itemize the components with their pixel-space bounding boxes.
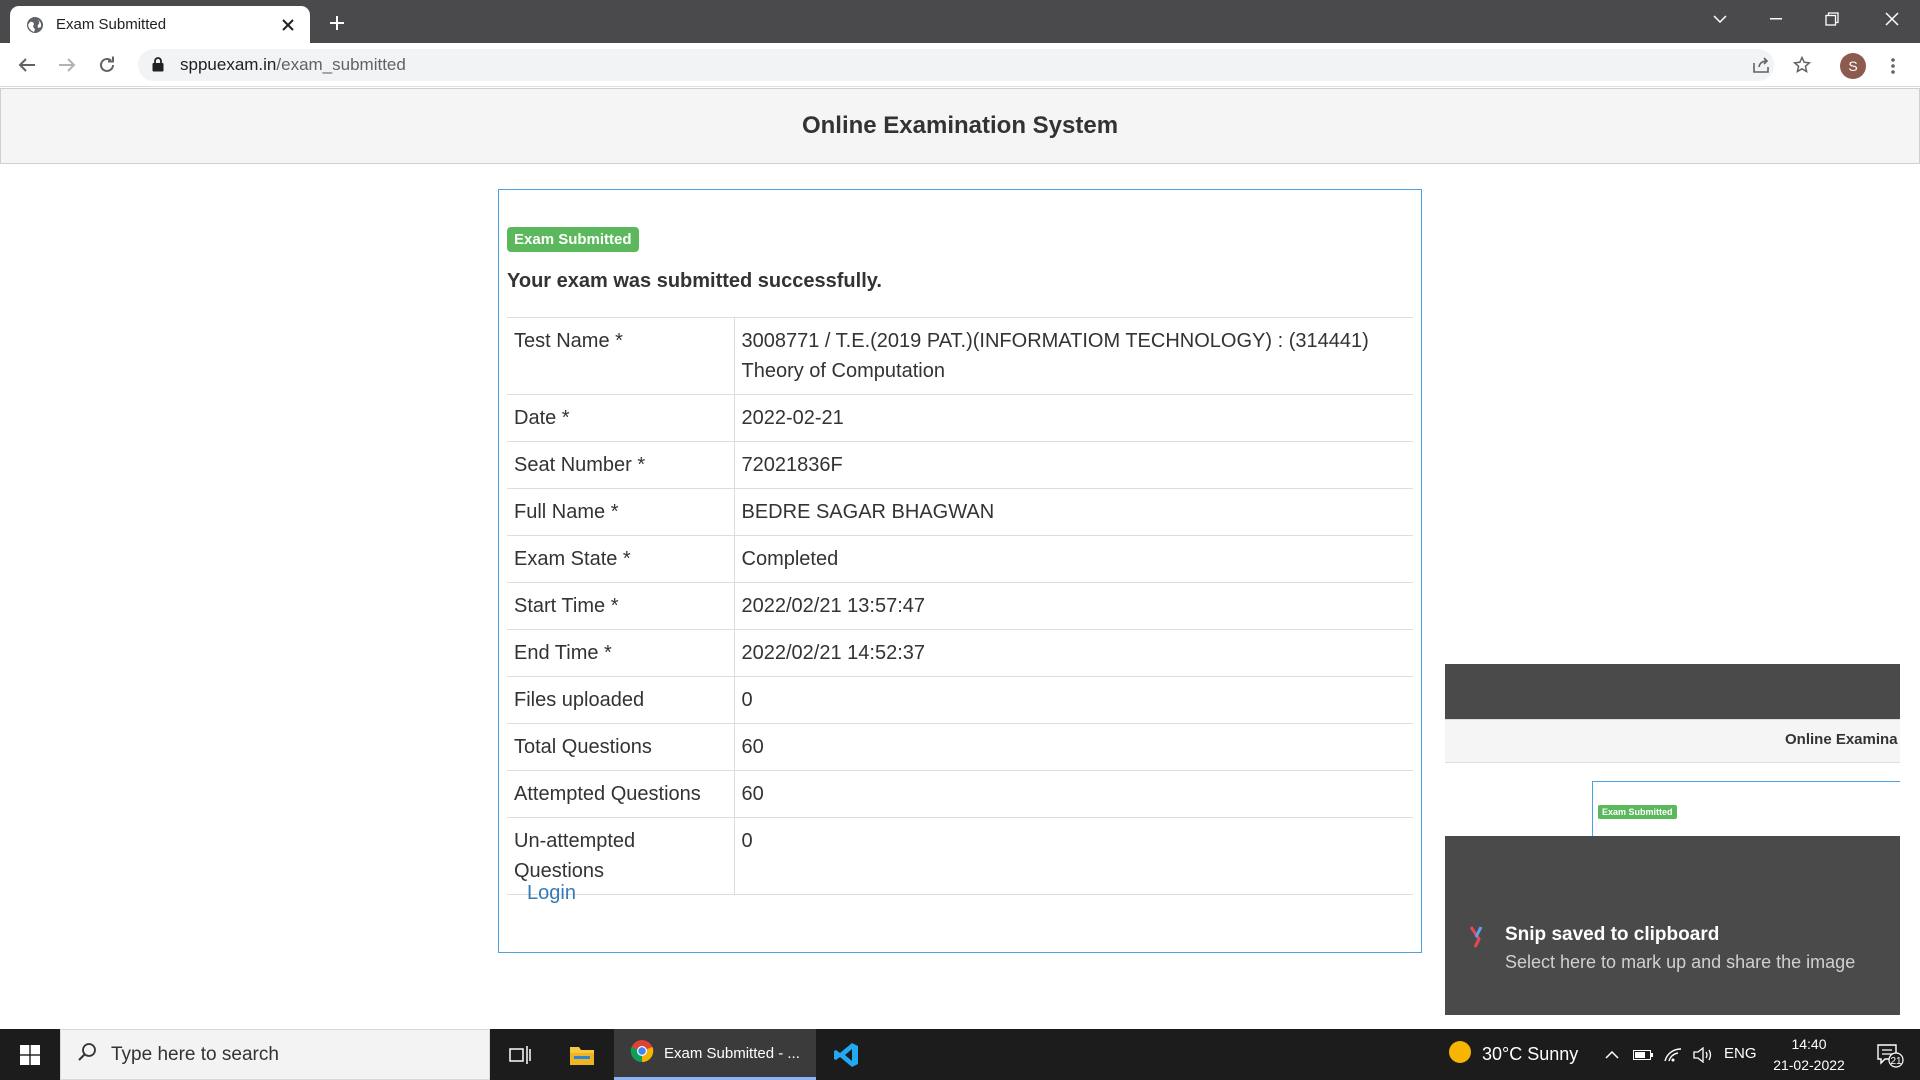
search-icon (77, 1042, 97, 1067)
thumbnail-badge: Exam Submitted (1598, 805, 1677, 819)
row-value: 2022/02/21 13:57:47 (734, 582, 1413, 630)
chevron-up-icon[interactable] (1600, 1029, 1624, 1080)
notification-count: 21 (1890, 1056, 1902, 1067)
row-value: BEDRE SAGAR BHAGWAN (734, 488, 1413, 536)
profile-avatar[interactable]: S (1840, 53, 1866, 79)
page-header: Online Examination System (0, 88, 1920, 164)
row-label: Date * (507, 394, 735, 442)
table-row: Seat Number * 72021836F (507, 441, 1413, 489)
snip-body: Select here to mark up and share the ima… (1505, 952, 1856, 972)
snip-heading: Snip saved to clipboard (1505, 924, 1720, 945)
wifi-icon[interactable] (1660, 1029, 1686, 1080)
row-value: 72021836F (734, 441, 1413, 489)
login-link[interactable]: Login (527, 882, 576, 905)
row-value: 60 (734, 723, 1413, 771)
file-explorer-icon[interactable] (554, 1029, 610, 1080)
table-row: Test Name * 3008771 / T.E.(2019 PAT.)(INF… (507, 317, 1413, 395)
clock-date: 21-02-2022 (1773, 1057, 1845, 1073)
tab-search-chevron-icon[interactable] (1692, 0, 1748, 38)
table-row: Start Time * 2022/02/21 13:57:47 (507, 582, 1413, 630)
row-label: Full Name * (507, 488, 735, 536)
table-row: Attempted Questions 60 (507, 770, 1413, 818)
address-bar[interactable]: sppuexam.in/exam_submitted (138, 49, 1774, 81)
forward-arrow-icon[interactable] (52, 50, 82, 80)
search-placeholder: Type here to search (111, 1043, 279, 1065)
table-row: Total Questions 60 (507, 723, 1413, 771)
weather-widget[interactable]: 30°C Sunny (1448, 1029, 1578, 1080)
tab-title: Exam Submitted (56, 16, 167, 33)
table-row: Date * 2022-02-21 (507, 394, 1413, 442)
table-row: Un-attempted Questions 0 (507, 817, 1413, 895)
weather-text: 30°C Sunny (1482, 1044, 1579, 1064)
exam-details-table: Test Name * 3008771 / T.E.(2019 PAT.)(INF… (507, 317, 1413, 895)
exam-summary-panel: Exam Submitted Your exam was submitted s… (498, 189, 1422, 953)
thumbnail-title: Online Examina (1785, 731, 1898, 748)
row-label: Attempted Questions (507, 770, 735, 818)
status-badge: Exam Submitted (507, 227, 639, 252)
windows-start-icon[interactable] (0, 1029, 60, 1080)
row-value: 2022/02/21 14:52:37 (734, 629, 1413, 677)
row-value: 0 (734, 676, 1413, 724)
table-row: Exam State * Completed (507, 535, 1413, 583)
restore-icon[interactable] (1804, 0, 1860, 38)
language-indicator[interactable]: ENG (1724, 1045, 1757, 1062)
row-value: 2022-02-21 (734, 394, 1413, 442)
browser-tab[interactable]: Exam Submitted (10, 6, 310, 43)
row-value: 0 (734, 817, 1413, 895)
row-label: Seat Number * (507, 441, 735, 489)
taskbar-search-box[interactable]: Type here to search (60, 1029, 490, 1080)
row-value: 3008771 / T.E.(2019 PAT.)(INFORMATIOM TE… (734, 317, 1413, 395)
row-label: Test Name * (507, 317, 735, 395)
row-label: Total Questions (507, 723, 735, 771)
bookmark-star-icon[interactable] (1786, 49, 1818, 81)
taskbar-chrome-app[interactable]: Exam Submitted - ... (614, 1029, 816, 1080)
row-label: Files uploaded (507, 676, 735, 724)
task-view-icon[interactable] (492, 1029, 548, 1080)
table-row: Files uploaded 0 (507, 676, 1413, 724)
snip-sketch-icon (1467, 925, 1487, 949)
clock-time: 14:40 (1791, 1036, 1827, 1052)
new-tab-button[interactable] (322, 8, 352, 38)
snip-thumbnail: Online Examina Exam Submitted (1445, 719, 1900, 836)
vscode-icon[interactable] (818, 1029, 874, 1080)
table-row: Full Name * BEDRE SAGAR BHAGWAN (507, 488, 1413, 536)
more-menu-icon[interactable] (1882, 52, 1904, 80)
chrome-icon (630, 1039, 654, 1068)
close-window-icon[interactable] (1864, 0, 1920, 38)
reload-icon[interactable] (92, 50, 122, 80)
minimize-icon[interactable] (1748, 0, 1804, 38)
url-host: sppuexam.in (180, 55, 277, 74)
globe-icon (26, 16, 44, 34)
row-label: End Time * (507, 629, 735, 677)
success-message: Your exam was submitted successfully. (507, 270, 882, 292)
taskbar-app-label: Exam Submitted - ... (664, 1044, 800, 1062)
row-value: Completed (734, 535, 1413, 583)
taskbar: Type here to search Exam Submitted - ...… (0, 1029, 1920, 1080)
notification-center-icon[interactable]: 21 (1866, 1029, 1914, 1080)
row-value: 60 (734, 770, 1413, 818)
row-label: Start Time * (507, 582, 735, 630)
page-title: Online Examination System (801, 112, 1119, 139)
battery-icon[interactable] (1630, 1029, 1656, 1080)
lock-icon[interactable] (152, 57, 166, 73)
snip-message-area: Snip saved to clipboard Select here to m… (1445, 836, 1900, 1015)
system-clock[interactable]: 14:40 21-02-2022 (1766, 1034, 1852, 1076)
share-icon[interactable] (1746, 49, 1778, 81)
url-path: /exam_submitted (276, 55, 406, 74)
sun-icon (1448, 1040, 1472, 1069)
volume-icon[interactable] (1690, 1029, 1716, 1080)
browser-tab-strip: Exam Submitted (0, 0, 1920, 43)
table-row: End Time * 2022/02/21 14:52:37 (507, 629, 1413, 677)
thumbnail-card: Exam Submitted (1592, 781, 1900, 836)
row-label: Exam State * (507, 535, 735, 583)
close-tab-icon[interactable] (278, 15, 298, 35)
thumbnail-header: Online Examina (1445, 719, 1900, 763)
browser-toolbar: sppuexam.in/exam_submitted (0, 43, 1920, 87)
back-arrow-icon[interactable] (12, 50, 42, 80)
snip-notification[interactable]: Online Examina Exam Submitted Snip saved… (1445, 664, 1900, 1015)
